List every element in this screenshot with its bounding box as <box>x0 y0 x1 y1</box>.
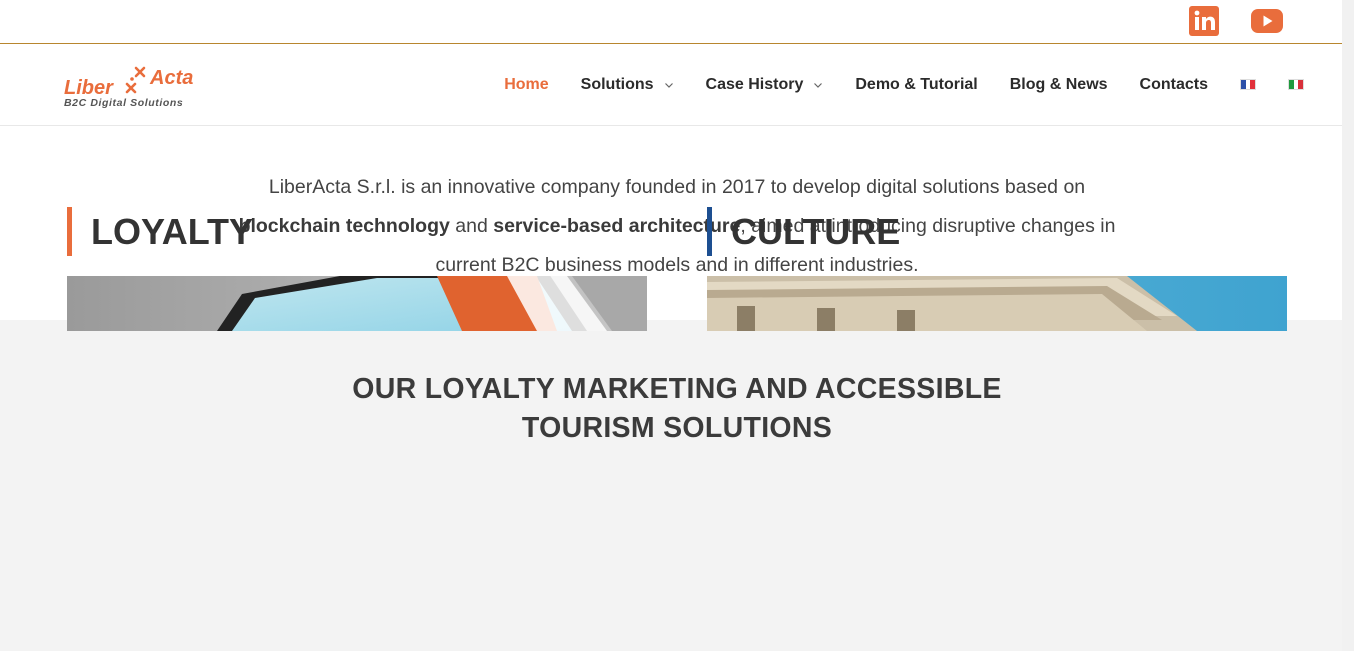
intro-bold-blockchain: blockchain technology <box>238 215 450 237</box>
logo-tagline: B2C Digital Solutions <box>64 97 183 109</box>
culture-image[interactable] <box>707 276 1287 331</box>
chevron-down-icon <box>664 82 673 88</box>
nav-demo-tutorial[interactable]: Demo & Tutorial <box>855 76 977 94</box>
nav-home[interactable]: Home <box>504 76 548 94</box>
logo-word2: Acta <box>149 67 193 89</box>
solutions-section: OUR LOYALTY MARKETING AND ACCESSIBLE TOU… <box>0 320 1354 651</box>
logo-word1: Liber <box>64 77 114 99</box>
fr-flag-icon[interactable] <box>1240 79 1256 90</box>
culture-heading: CULTURE <box>707 207 900 256</box>
top-bar <box>0 0 1354 44</box>
youtube-icon[interactable] <box>1251 6 1283 36</box>
intro-text-2: and <box>449 215 494 237</box>
intro-bold-architecture: service-based architecture <box>493 215 741 237</box>
loyalty-image[interactable] <box>67 276 647 331</box>
page-scrollbar[interactable] <box>1342 0 1354 651</box>
loyalty-heading: LOYALTY <box>67 207 253 256</box>
page: Liber Acta B2C Digital Solutions Home So… <box>0 0 1354 651</box>
nav-solutions-label: Solutions <box>580 75 654 93</box>
logo-x-mark <box>125 66 146 94</box>
solutions-heading-line2: TOURISM SOLUTIONS <box>521 412 833 444</box>
nav-solutions[interactable]: Solutions <box>581 76 674 94</box>
nav-demo-tutorial-label: Demo & Tutorial <box>855 75 978 93</box>
it-flag-icon[interactable] <box>1288 79 1304 90</box>
nav-blog-news-label: Blog & News <box>1009 75 1108 93</box>
intro-paragraph: LiberActa S.r.l. is an innovative compan… <box>237 126 1117 279</box>
nav-case-history-label: Case History <box>705 75 804 93</box>
main-nav: Home Solutions Case History Demo & Tutor… <box>472 44 1304 125</box>
linkedin-icon[interactable] <box>1189 6 1219 36</box>
nav-contacts-label: Contacts <box>1139 75 1208 93</box>
solutions-heading-line1: OUR LOYALTY MARKETING AND ACCESSIBLE <box>352 373 1002 405</box>
chevron-down-icon <box>814 82 823 88</box>
solutions-heading: OUR LOYALTY MARKETING AND ACCESSIBLE TOU… <box>0 370 1354 448</box>
nav-case-history[interactable]: Case History <box>706 76 824 94</box>
intro-text-1: LiberActa S.r.l. is an innovative compan… <box>268 176 1086 198</box>
nav-home-label: Home <box>504 75 549 93</box>
liberacta-logo[interactable]: Liber Acta B2C Digital Solutions <box>64 62 209 110</box>
site-header: Liber Acta B2C Digital Solutions Home So… <box>0 44 1354 126</box>
nav-contacts[interactable]: Contacts <box>1140 76 1208 94</box>
nav-blog-news[interactable]: Blog & News <box>1010 76 1108 94</box>
